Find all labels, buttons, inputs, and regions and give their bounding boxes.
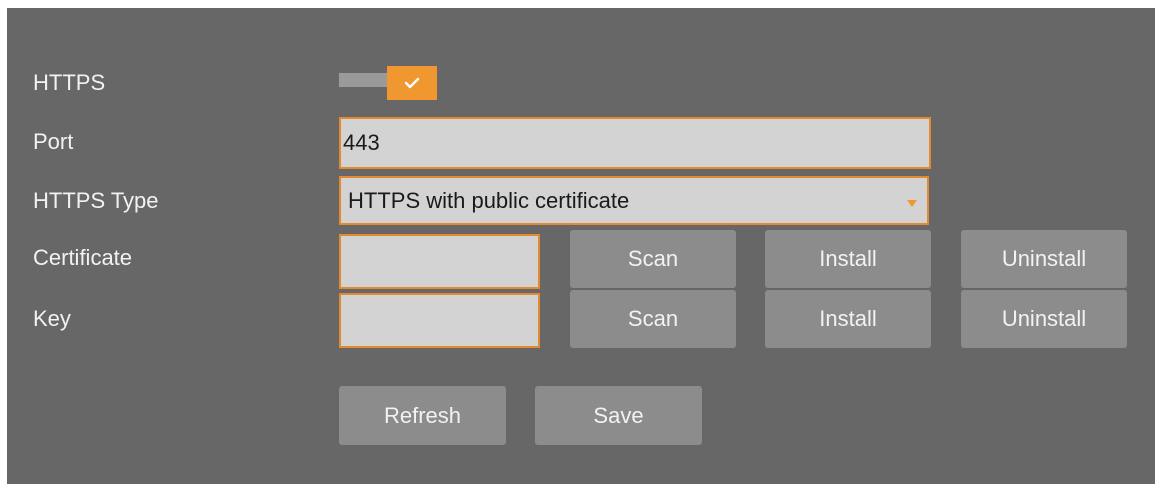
https-settings-panel: HTTPS Port 443 HTTPS Type HTTPS with pub… — [7, 8, 1155, 484]
key-file-field[interactable] — [339, 293, 540, 348]
save-button[interactable]: Save — [535, 386, 702, 445]
key-install-button[interactable]: Install — [765, 290, 931, 348]
https-toggle[interactable] — [387, 66, 437, 100]
certificate-scan-button[interactable]: Scan — [570, 230, 736, 288]
https-label: HTTPS — [33, 70, 106, 95]
checkmark-icon — [404, 77, 420, 89]
certificate-uninstall-button[interactable]: Uninstall — [961, 230, 1127, 288]
https-toggle-track[interactable] — [339, 73, 391, 87]
https-type-label: HTTPS Type — [33, 188, 159, 213]
key-label: Key — [33, 306, 71, 331]
port-value: 443 — [343, 130, 380, 155]
certificate-install-button[interactable]: Install — [765, 230, 931, 288]
chevron-down-icon — [907, 200, 917, 207]
refresh-button[interactable]: Refresh — [339, 386, 506, 445]
key-scan-button[interactable]: Scan — [570, 290, 736, 348]
port-label: Port — [33, 129, 74, 154]
https-type-selected: HTTPS with public certificate — [348, 187, 630, 213]
key-uninstall-button[interactable]: Uninstall — [961, 290, 1127, 348]
certificate-label: Certificate — [33, 245, 133, 270]
https-type-select[interactable]: HTTPS with public certificate — [339, 176, 929, 225]
certificate-file-field[interactable] — [339, 234, 540, 289]
port-input[interactable]: 443 — [339, 117, 931, 169]
